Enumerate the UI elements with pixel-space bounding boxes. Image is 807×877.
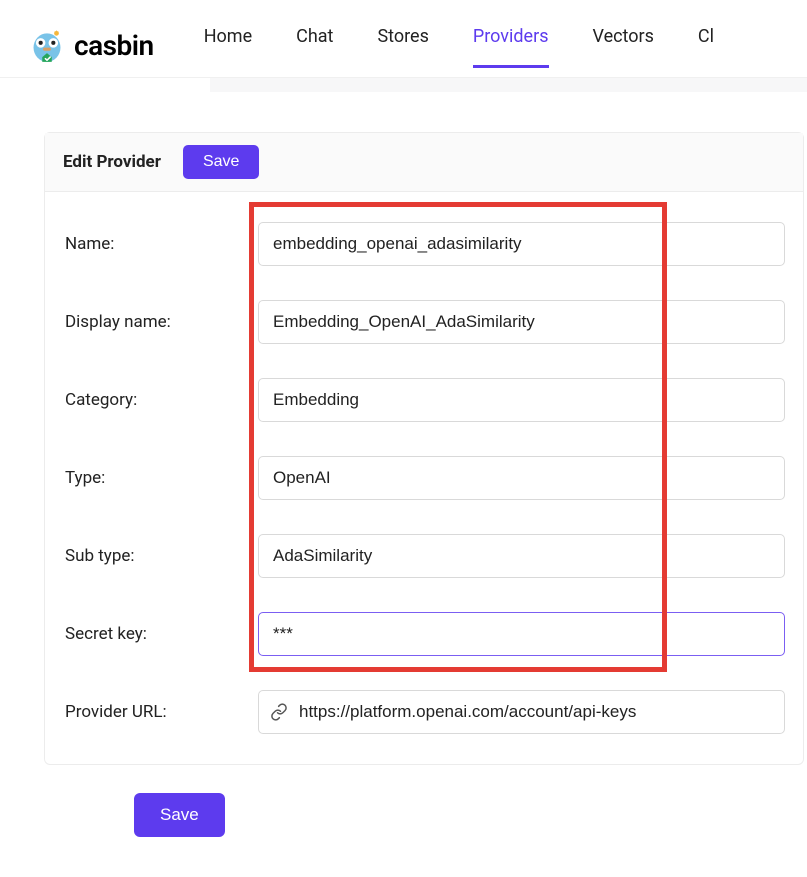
category-input[interactable] <box>258 378 785 422</box>
row-secret-key: Secret key: <box>63 612 785 656</box>
nav-vectors[interactable]: Vectors <box>593 26 654 68</box>
brand-logo[interactable]: casbin <box>28 27 154 65</box>
brand-name: casbin <box>74 29 154 62</box>
card-body: Name: Display name: Category: Type: Sub … <box>45 192 803 764</box>
save-button-top[interactable]: Save <box>183 145 259 179</box>
save-button-bottom[interactable]: Save <box>134 793 225 837</box>
row-sub-type: Sub type: <box>63 534 785 578</box>
label-provider-url: Provider URL: <box>63 702 258 722</box>
label-secret-key: Secret key: <box>63 624 258 644</box>
row-type: Type: <box>63 456 785 500</box>
page-content: Edit Provider Save Name: Display name: C… <box>0 92 807 837</box>
provider-url-wrap <box>258 690 785 734</box>
provider-url-input[interactable] <box>258 690 785 734</box>
nav-providers[interactable]: Providers <box>473 26 549 68</box>
row-category: Category: <box>63 378 785 422</box>
row-provider-url: Provider URL: <box>63 690 785 734</box>
secret-key-input[interactable] <box>258 612 785 656</box>
sub-type-input[interactable] <box>258 534 785 578</box>
link-icon <box>270 703 288 721</box>
casbin-logo-icon <box>28 27 66 65</box>
row-display-name: Display name: <box>63 300 785 344</box>
nav-chat[interactable]: Chat <box>296 26 333 68</box>
label-sub-type: Sub type: <box>63 546 258 566</box>
nav-stores[interactable]: Stores <box>377 26 428 68</box>
nav-home[interactable]: Home <box>204 26 252 68</box>
label-type: Type: <box>63 468 258 488</box>
footer-save-wrap: Save <box>134 793 807 837</box>
label-category: Category: <box>63 390 258 410</box>
name-input[interactable] <box>258 222 785 266</box>
main-nav: Home Chat Stores Providers Vectors Cl <box>204 14 714 77</box>
card-header: Edit Provider Save <box>45 133 803 192</box>
label-name: Name: <box>63 234 258 254</box>
type-input[interactable] <box>258 456 785 500</box>
highlight-box <box>249 202 667 672</box>
sub-bar <box>210 78 807 92</box>
top-nav: casbin Home Chat Stores Providers Vector… <box>0 0 807 78</box>
label-display-name: Display name: <box>63 312 258 332</box>
card-title: Edit Provider <box>63 152 161 172</box>
display-name-input[interactable] <box>258 300 785 344</box>
row-name: Name: <box>63 222 785 266</box>
edit-provider-card: Edit Provider Save Name: Display name: C… <box>44 132 804 765</box>
nav-clipped[interactable]: Cl <box>698 26 714 68</box>
